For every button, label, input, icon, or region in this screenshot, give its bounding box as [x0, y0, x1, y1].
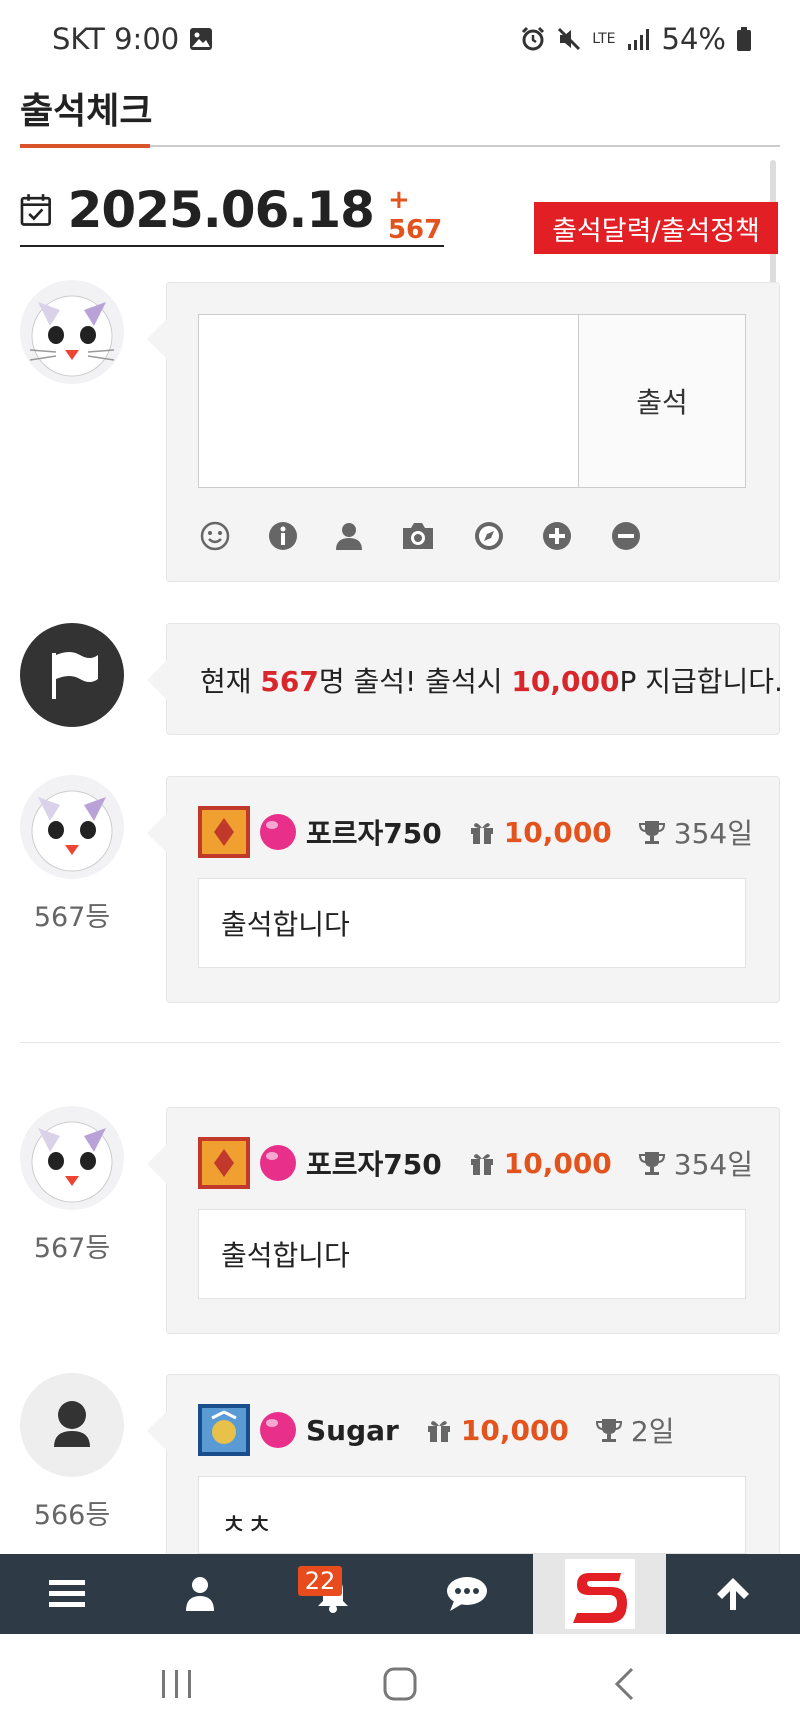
- flag-icon: [52, 652, 98, 699]
- pink-orb-icon: [260, 1412, 296, 1448]
- gift-icon: [470, 1154, 493, 1175]
- entry-meta: 포르자750 10,000 354일: [198, 1137, 753, 1189]
- entry-comment: 출석합니다: [198, 1209, 746, 1299]
- gift-points: 10,000: [503, 1146, 612, 1180]
- attendance-count: + 567: [387, 185, 443, 245]
- info-icon[interactable]: [267, 520, 299, 552]
- trophy-icon: [638, 821, 665, 844]
- cat-avatar-icon: [20, 280, 124, 384]
- carrier-time: SKT 9:00: [52, 22, 180, 56]
- notice-count: 567: [260, 665, 319, 698]
- entry-meta: 포르자750 10,000 354일: [198, 806, 753, 858]
- entry-comment: ㅊㅊ: [198, 1476, 746, 1554]
- date-header: 2025.06.18 + 567: [20, 175, 444, 247]
- gift-icon: [427, 1421, 450, 1442]
- level-badge-icon: [198, 806, 250, 858]
- user-icon: [185, 1577, 214, 1611]
- s-logo-icon: [564, 1559, 635, 1629]
- trophy-icon: [595, 1419, 622, 1442]
- signal-icon: [627, 29, 649, 50]
- pink-orb-icon: [260, 814, 296, 850]
- nickname[interactable]: 포르자750: [306, 812, 442, 852]
- cat-avatar-icon: [20, 775, 124, 879]
- entry-rank: 567등: [33, 1233, 111, 1264]
- notification-badge: 22: [298, 1566, 342, 1596]
- status-bar: SKT 9:00 LTE 54%: [0, 0, 800, 68]
- notice-avatar: [20, 623, 124, 727]
- nickname[interactable]: Sugar: [306, 1414, 399, 1447]
- bottom-navigation: [0, 1554, 800, 1634]
- calendar-check-icon: [20, 194, 51, 226]
- battery-text: 54%: [661, 22, 726, 56]
- attendance-comment-input[interactable]: [198, 314, 580, 488]
- notice-points: 10,000: [511, 665, 620, 698]
- attendance-days: 354일: [673, 817, 754, 850]
- compass-icon[interactable]: [473, 520, 505, 552]
- divider: [20, 1042, 780, 1043]
- notice-text: 현재 567명 출석! 출석시 10,000P 지급합니다.: [200, 660, 783, 700]
- gift-points: 10,000: [460, 1413, 569, 1447]
- entry-meta: Sugar 10,000 2일: [198, 1404, 675, 1456]
- home-icon[interactable]: [382, 1666, 418, 1702]
- system-navigation: [0, 1634, 800, 1734]
- entry-rank: 567등: [33, 902, 111, 933]
- recent-apps-icon[interactable]: [160, 1668, 194, 1700]
- nav-site-logo[interactable]: [533, 1554, 666, 1634]
- attendance-date: 2025.06.18: [67, 181, 375, 239]
- nav-scroll-top[interactable]: [666, 1554, 800, 1634]
- menu-icon: [48, 1580, 85, 1607]
- nav-chat[interactable]: [400, 1554, 533, 1634]
- emoticon-icon[interactable]: [199, 520, 231, 552]
- notice-suffix: P 지급합니다.: [619, 665, 783, 698]
- user-placeholder-icon: [54, 1401, 90, 1447]
- gift-points: 10,000: [503, 815, 612, 849]
- gallery-icon: [190, 28, 213, 50]
- avatar: [20, 280, 124, 384]
- nickname[interactable]: 포르자750: [306, 1143, 442, 1183]
- network-label: LTE: [592, 31, 616, 47]
- cat-avatar-icon: [20, 1106, 124, 1210]
- nav-menu[interactable]: [0, 1554, 133, 1634]
- avatar: [20, 775, 124, 879]
- trophy-icon: [638, 1152, 665, 1175]
- level-badge-icon: [198, 1137, 250, 1189]
- user-icon[interactable]: [333, 520, 365, 552]
- arrow-up-icon: [717, 1578, 749, 1610]
- battery-icon: [737, 27, 751, 51]
- attendance-days: 354일: [673, 1148, 754, 1181]
- notice-prefix: 현재: [200, 665, 261, 698]
- minus-circle-icon[interactable]: [610, 520, 642, 552]
- camera-icon[interactable]: [400, 520, 436, 552]
- alarm-icon: [522, 26, 545, 51]
- pink-orb-icon: [260, 1145, 296, 1181]
- avatar: [20, 1106, 124, 1210]
- title-underline: [20, 144, 150, 148]
- gift-icon: [470, 823, 493, 844]
- entry-rank: 566등: [33, 1500, 111, 1531]
- notice-mid: 명 출석! 출석시: [318, 665, 512, 698]
- avatar: [20, 1373, 124, 1477]
- entry-comment: 출석합니다: [198, 878, 746, 968]
- level-badge-icon: [198, 1404, 250, 1456]
- attendance-submit-button[interactable]: 출석: [578, 314, 746, 488]
- chat-icon: [446, 1577, 487, 1611]
- back-icon[interactable]: [612, 1666, 636, 1702]
- attendance-days: 2일: [630, 1415, 675, 1448]
- plus-circle-icon[interactable]: [541, 520, 573, 552]
- page-title: 출석체크: [20, 91, 153, 132]
- nav-profile[interactable]: [133, 1554, 266, 1634]
- mute-icon: [558, 27, 581, 51]
- attendance-policy-button[interactable]: 출석달력/출석정책: [534, 202, 778, 254]
